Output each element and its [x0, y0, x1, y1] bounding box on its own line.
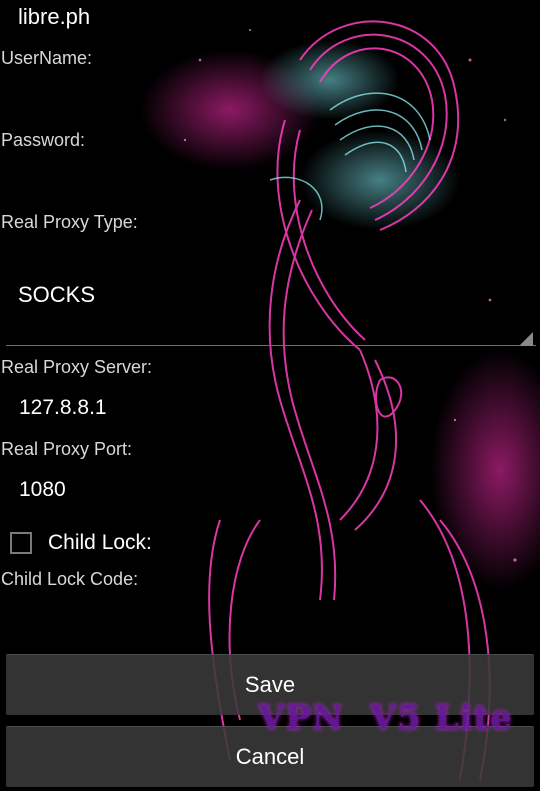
child-lock-label[interactable]: Child Lock: [48, 531, 152, 555]
child-lock-checkbox-row[interactable]: Child Lock: [10, 528, 152, 558]
child-lock-code-input[interactable] [0, 594, 540, 644]
proxy-server-input[interactable]: 127.8.8.1 [19, 396, 107, 420]
save-button[interactable]: Save [6, 654, 534, 715]
dropdown-underline [6, 345, 536, 346]
dropdown-corner-icon [519, 332, 533, 346]
cancel-button[interactable]: Cancel [6, 726, 534, 787]
proxy-type-dropdown[interactable]: SOCKS [0, 260, 540, 348]
username-label: UserName: [1, 48, 93, 68]
proxy-port-input[interactable]: 1080 [19, 478, 66, 502]
checkbox-icon[interactable] [10, 532, 32, 554]
proxy-port-label: Real Proxy Port: [1, 439, 133, 459]
proxy-type-value: SOCKS [18, 282, 96, 307]
top-name-value[interactable]: libre.ph [18, 4, 90, 30]
child-lock-code-label: Child Lock Code: [1, 569, 139, 589]
proxy-server-label: Real Proxy Server: [1, 357, 153, 377]
password-label: Password: [1, 130, 86, 150]
proxy-type-label: Real Proxy Type: [1, 212, 138, 232]
vpn-settings-screen: libre.ph UserName: Password: Real Proxy … [0, 0, 540, 791]
username-input[interactable] [0, 72, 540, 112]
password-input[interactable] [0, 154, 540, 194]
